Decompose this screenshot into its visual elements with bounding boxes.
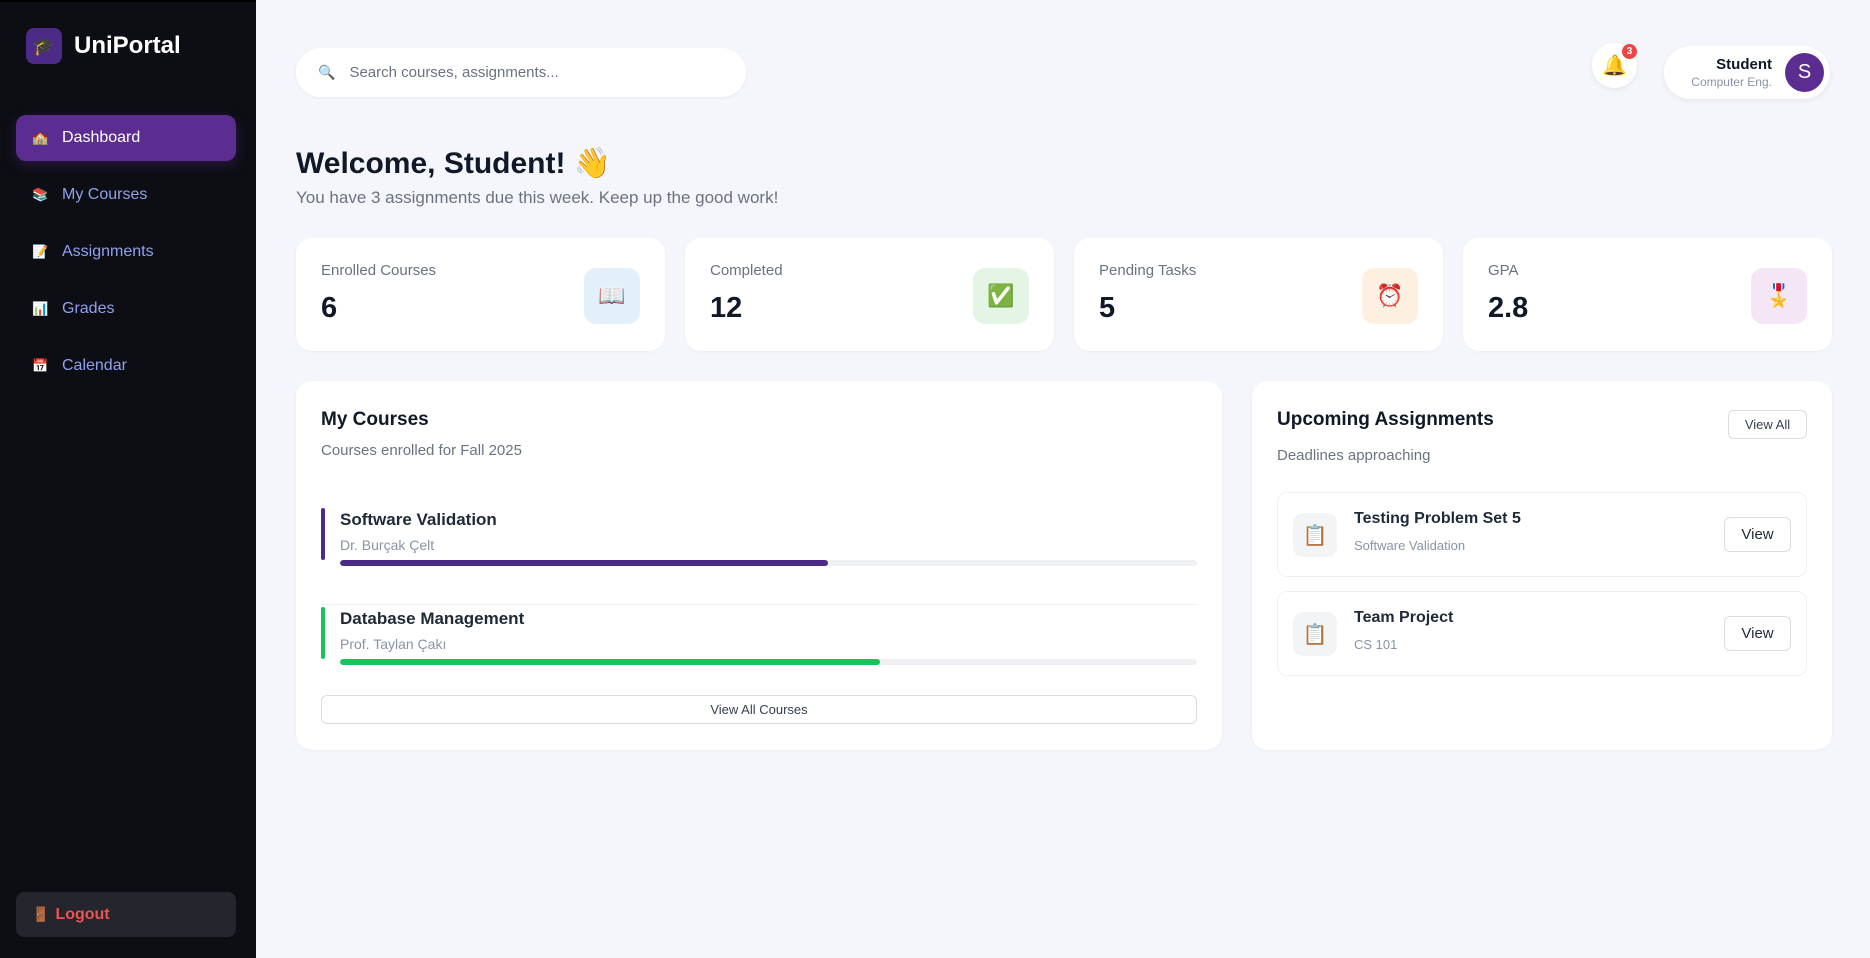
logout-label: Logout bbox=[55, 905, 110, 923]
logout-button[interactable]: 🚪 Logout bbox=[16, 892, 236, 937]
brand[interactable]: 🎓 UniPortal bbox=[26, 28, 181, 64]
course-title: Software Validation bbox=[340, 510, 497, 529]
view-all-assignments-button[interactable]: View All bbox=[1728, 410, 1807, 439]
sidebar-nav: 🏫 Dashboard 📚 My Courses 📝 Assignments 📊… bbox=[16, 115, 236, 400]
user-name: Student bbox=[1716, 56, 1772, 73]
open-book-icon: 📖 bbox=[584, 268, 640, 324]
course-instructor: Prof. Taylan Çakı bbox=[340, 636, 447, 652]
assignment-course: Software Validation bbox=[1354, 538, 1466, 553]
alarm-clock-icon: ⏰ bbox=[1362, 268, 1418, 324]
card-title: Upcoming Assignments bbox=[1277, 409, 1494, 430]
stat-label: GPA bbox=[1488, 262, 1519, 279]
books-icon: 📚 bbox=[32, 187, 49, 202]
notifications-button[interactable]: 🔔 3 bbox=[1592, 43, 1637, 88]
sidebar-item-label: Calendar bbox=[62, 357, 127, 374]
medal-icon: 🎖️ bbox=[1751, 268, 1807, 324]
course-instructor: Dr. Burçak Çelt bbox=[340, 537, 435, 553]
app-name: UniPortal bbox=[74, 32, 181, 59]
sidebar-item-calendar[interactable]: 📅 Calendar bbox=[16, 343, 236, 389]
view-all-courses-button[interactable]: View All Courses bbox=[321, 695, 1197, 724]
page-title: Welcome, Student! 👋 bbox=[296, 147, 612, 180]
sidebar-item-assignments[interactable]: 📝 Assignments bbox=[16, 229, 236, 275]
clipboard-icon: 📋 bbox=[1293, 513, 1337, 557]
sidebar: 🎓 UniPortal 🏫 Dashboard 📚 My Courses 📝 A… bbox=[0, 0, 256, 958]
course-accent-bar bbox=[321, 508, 325, 560]
notification-count-badge: 3 bbox=[1622, 44, 1637, 59]
view-assignment-button[interactable]: View bbox=[1724, 517, 1791, 552]
my-courses-card: My Courses Courses enrolled for Fall 202… bbox=[296, 381, 1222, 750]
sidebar-item-grades[interactable]: 📊 Grades bbox=[16, 286, 236, 332]
stat-value: 2.8 bbox=[1488, 292, 1529, 324]
stat-card-pending-tasks: Pending Tasks 5 ⏰ bbox=[1074, 238, 1443, 351]
assignment-title: Testing Problem Set 5 bbox=[1354, 510, 1521, 527]
sidebar-item-label: Assignments bbox=[62, 243, 154, 260]
bar-chart-icon: 📊 bbox=[32, 301, 49, 316]
stat-card-completed: Completed 12 ✅ bbox=[685, 238, 1054, 351]
course-progress-bar bbox=[340, 659, 1197, 665]
course-accent-bar bbox=[321, 607, 325, 659]
door-icon: 🚪 bbox=[32, 906, 50, 922]
stat-value: 12 bbox=[710, 292, 743, 324]
user-profile-button[interactable]: Student Computer Eng. S bbox=[1664, 46, 1830, 99]
calendar-icon: 📅 bbox=[32, 358, 49, 373]
card-subtitle: Courses enrolled for Fall 2025 bbox=[321, 442, 522, 459]
card-subtitle: Deadlines approaching bbox=[1277, 447, 1431, 464]
card-title: My Courses bbox=[321, 409, 429, 430]
assignment-item: 📋 Testing Problem Set 5 Software Validat… bbox=[1277, 492, 1807, 577]
stat-card-enrolled-courses: Enrolled Courses 6 📖 bbox=[296, 238, 665, 351]
stat-label: Enrolled Courses bbox=[321, 262, 437, 279]
stat-value: 5 bbox=[1099, 292, 1116, 324]
course-progress-fill bbox=[340, 560, 829, 566]
check-mark-icon: ✅ bbox=[973, 268, 1029, 324]
clipboard-icon: 📋 bbox=[1293, 612, 1337, 656]
stat-value: 6 bbox=[321, 292, 338, 324]
assignment-item: 📋 Team Project CS 101 View bbox=[1277, 591, 1807, 676]
assignment-title: Team Project bbox=[1354, 609, 1454, 626]
graduation-cap-icon: 🎓 bbox=[26, 28, 62, 64]
search-icon: 🔍 bbox=[318, 64, 336, 80]
search-bar[interactable]: 🔍 bbox=[296, 48, 746, 97]
course-item-software-validation[interactable]: Software Validation Dr. Burçak Çelt bbox=[321, 506, 1197, 605]
house-icon: 🏫 bbox=[32, 130, 49, 145]
course-title: Database Management bbox=[340, 609, 525, 628]
assignment-course: CS 101 bbox=[1354, 637, 1398, 652]
page-subtitle: You have 3 assignments due this week. Ke… bbox=[296, 188, 779, 207]
stat-label: Completed bbox=[710, 262, 783, 279]
course-item-database-management[interactable]: Database Management Prof. Taylan Çakı bbox=[321, 605, 1197, 704]
upcoming-assignments-card: Upcoming Assignments View All Deadlines … bbox=[1252, 381, 1832, 750]
sidebar-item-dashboard[interactable]: 🏫 Dashboard bbox=[16, 115, 236, 161]
sidebar-item-my-courses[interactable]: 📚 My Courses bbox=[16, 172, 236, 218]
course-progress-bar bbox=[340, 560, 1197, 566]
user-role: Computer Eng. bbox=[1691, 75, 1772, 89]
avatar: S bbox=[1785, 53, 1824, 92]
sidebar-item-label: Dashboard bbox=[62, 129, 141, 146]
view-assignment-button[interactable]: View bbox=[1724, 616, 1791, 651]
stat-label: Pending Tasks bbox=[1099, 262, 1197, 279]
sidebar-item-label: Grades bbox=[62, 300, 115, 317]
sidebar-item-label: My Courses bbox=[62, 186, 148, 203]
document-icon: 📝 bbox=[32, 244, 49, 259]
stat-card-gpa: GPA 2.8 🎖️ bbox=[1463, 238, 1832, 351]
course-progress-fill bbox=[340, 659, 880, 665]
search-input[interactable] bbox=[349, 64, 720, 81]
